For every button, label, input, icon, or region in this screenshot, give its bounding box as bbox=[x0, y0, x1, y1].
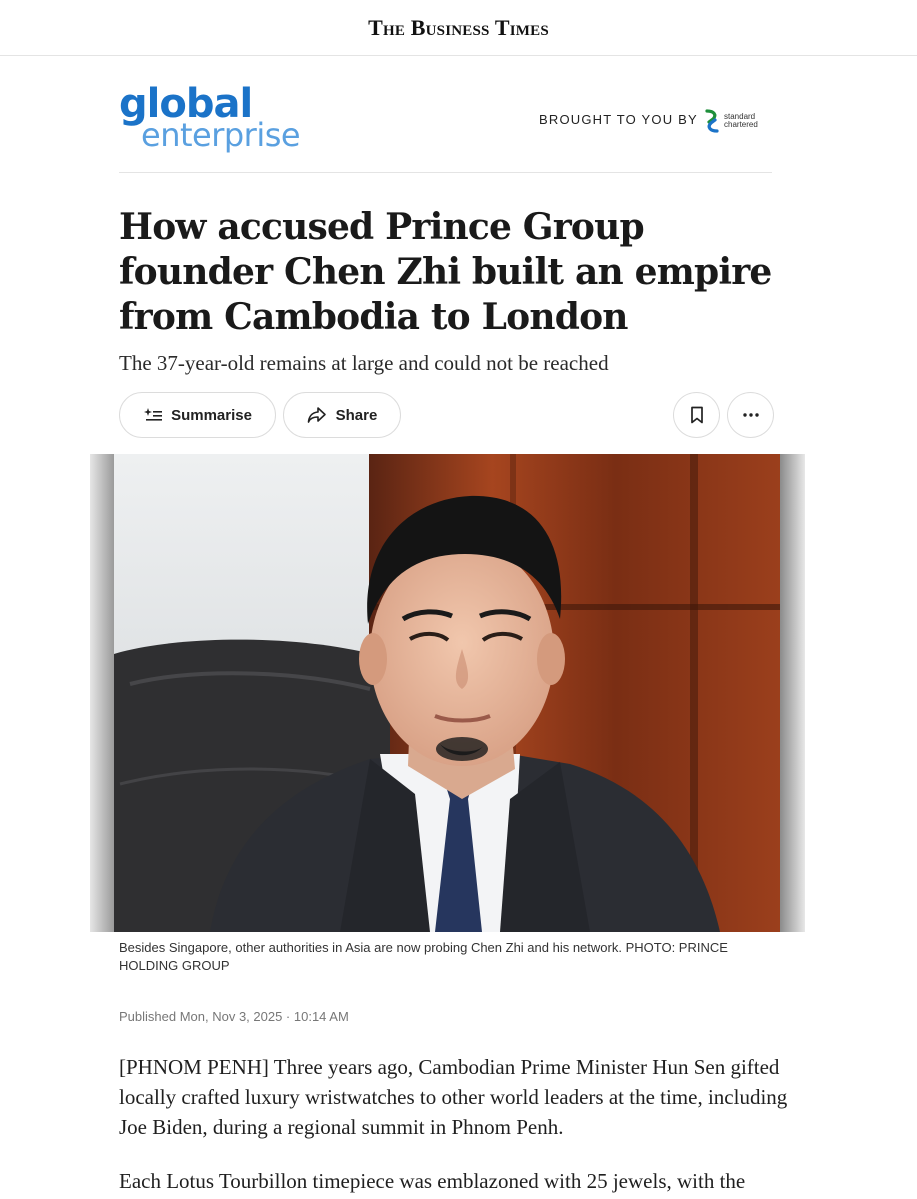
bookmark-icon bbox=[690, 406, 703, 424]
more-dots-icon bbox=[742, 413, 759, 417]
image-caption: Besides Singapore, other authorities in … bbox=[119, 940, 728, 973]
summarise-button[interactable]: Summarise bbox=[119, 392, 276, 438]
brought-to-you-label: BROUGHT TO YOU BY bbox=[539, 112, 698, 127]
share-label: Share bbox=[335, 406, 378, 424]
standard-chartered-logo[interactable]: standard chartered bbox=[704, 108, 766, 134]
article-hero-image[interactable] bbox=[90, 454, 805, 932]
site-logo[interactable]: The Business Times bbox=[368, 15, 549, 41]
published-timestamp: Published Mon, Nov 3, 2025 · 10:14 AM bbox=[119, 1009, 349, 1024]
article-paragraph: Each Lotus Tourbillon timepiece was embl… bbox=[119, 1169, 746, 1193]
article-paragraph: [PHNOM PENH] Three years ago, Cambodian … bbox=[119, 1055, 788, 1139]
sparkle-list-icon bbox=[144, 408, 163, 421]
masthead: The Business Times bbox=[0, 0, 917, 56]
sponsor-row: global enterprise BROUGHT TO YOU BY stan… bbox=[119, 82, 772, 173]
sponsor-name-line2: chartered bbox=[724, 120, 758, 129]
summarise-label: Summarise bbox=[171, 406, 252, 424]
more-options-button[interactable] bbox=[727, 392, 774, 438]
article-headline: How accused Prince Group founder Chen Zh… bbox=[119, 206, 772, 338]
bookmark-button[interactable] bbox=[673, 392, 720, 438]
share-arrow-icon bbox=[307, 407, 326, 423]
standard-chartered-icon bbox=[705, 109, 719, 133]
global-enterprise-logo[interactable]: global enterprise bbox=[119, 82, 329, 158]
section-logo-line2: enterprise bbox=[141, 116, 301, 154]
share-button[interactable]: Share bbox=[283, 392, 401, 438]
portrait-photo bbox=[90, 454, 805, 932]
article-standfirst: The 37-year-old remains at large and cou… bbox=[119, 351, 609, 375]
